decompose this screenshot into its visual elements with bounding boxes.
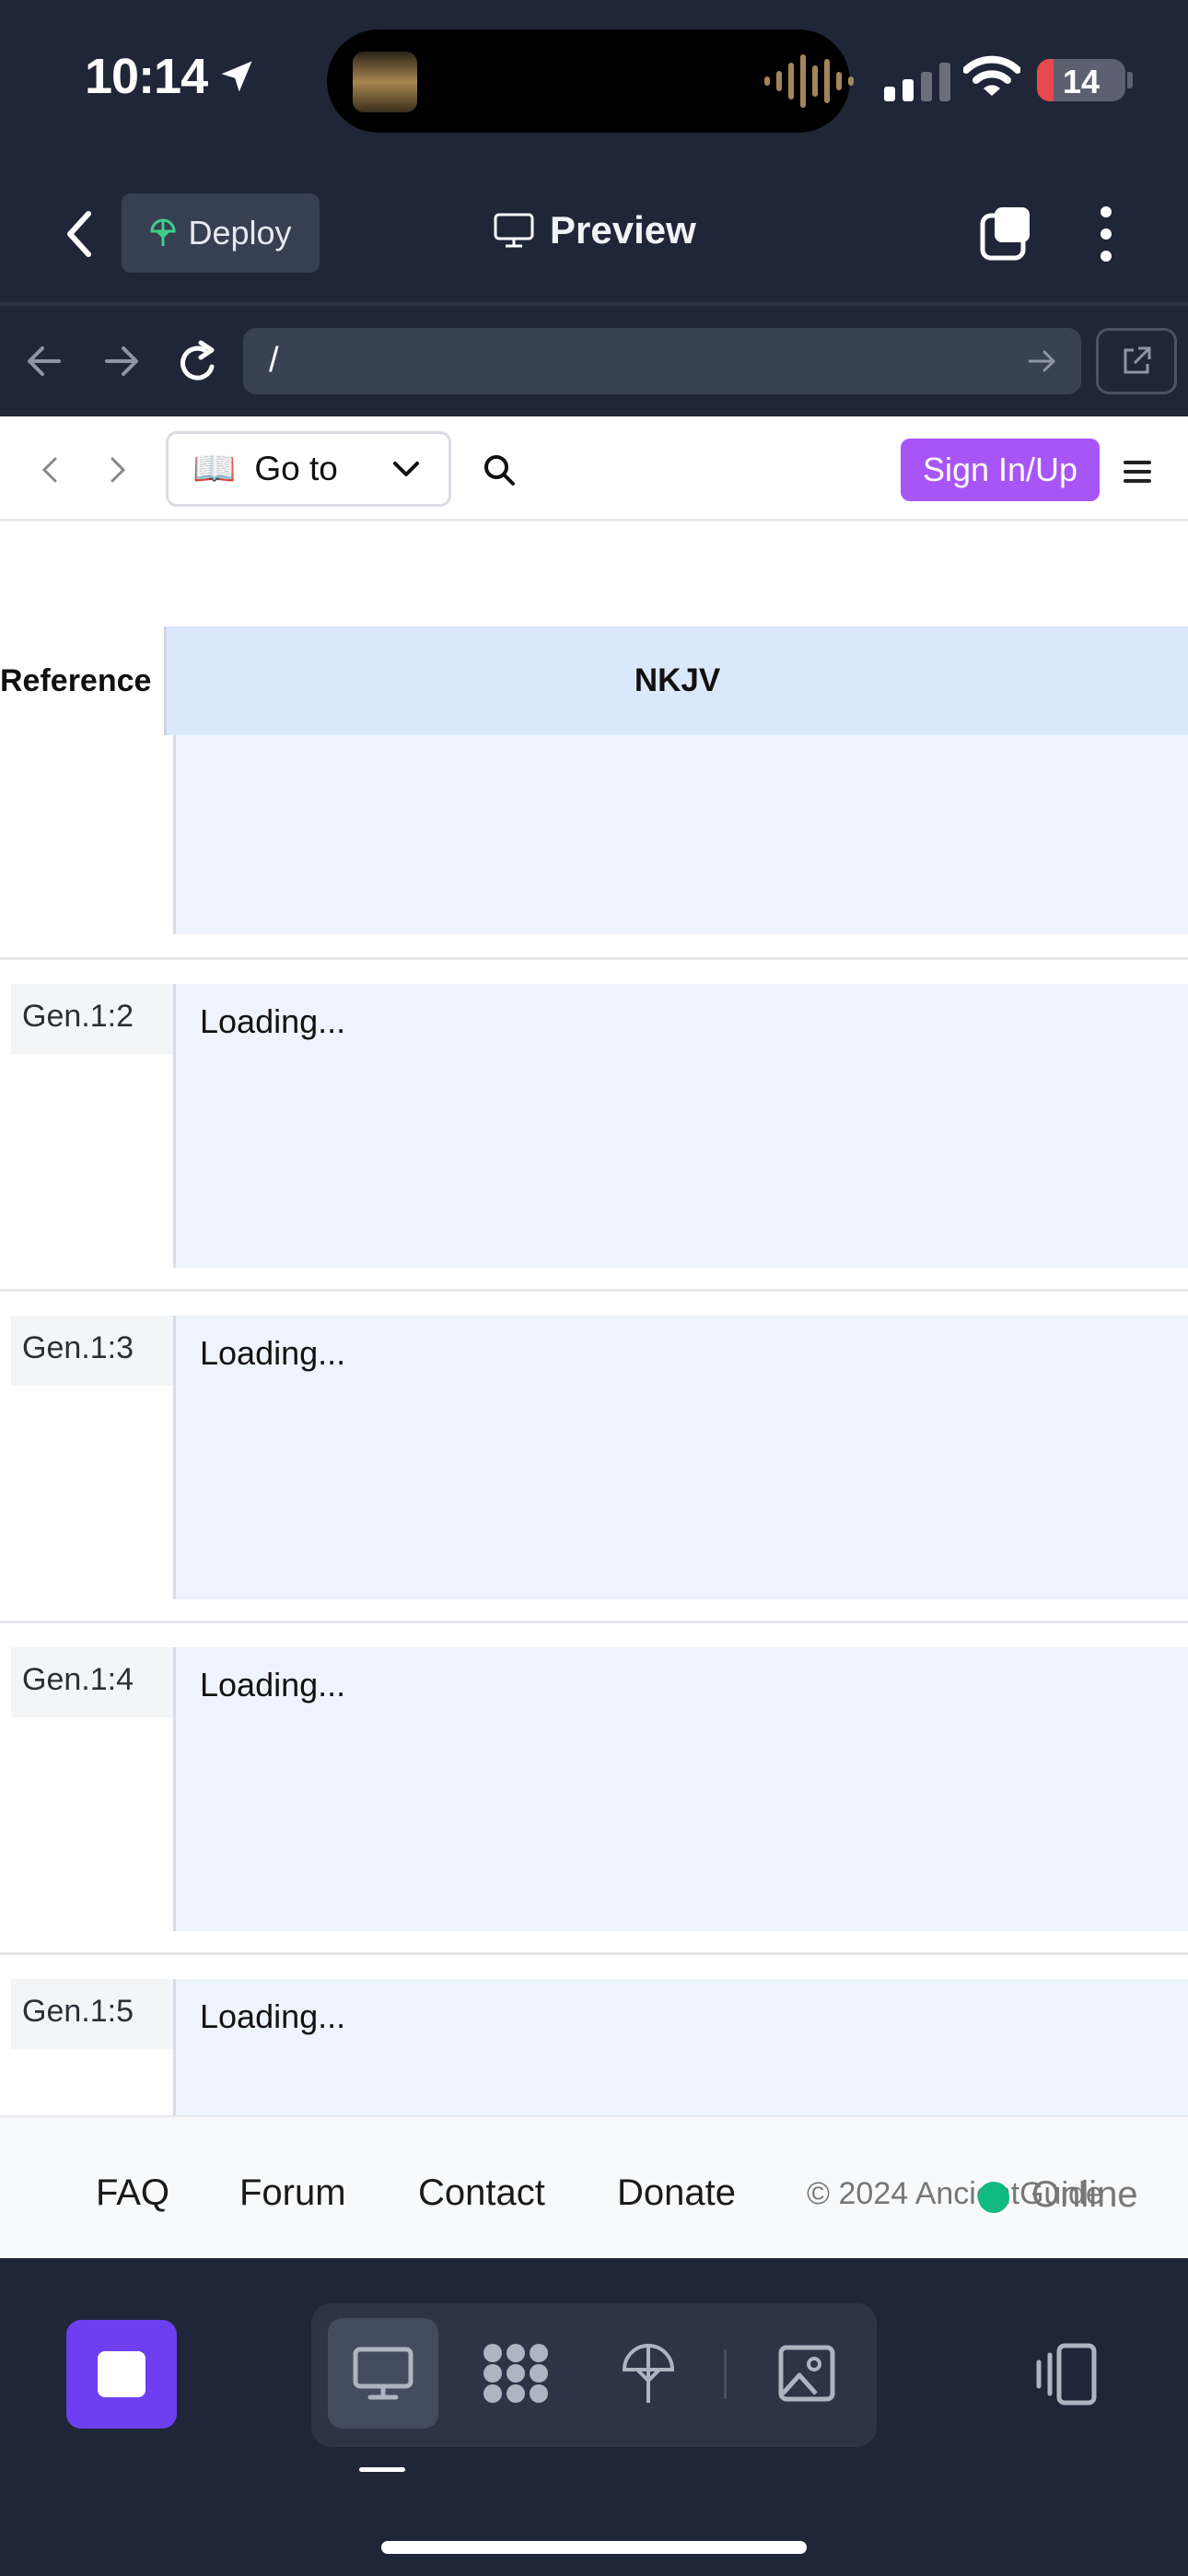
chevron-left-icon[interactable] [37,453,64,486]
image-icon [778,2345,835,2402]
table-row: Gen.1:2 Loading... [0,960,1188,1292]
clock-text: 10:14 [85,49,208,104]
preview-title: Preview [493,208,696,252]
table-row: Gen.1:4 Loading... [0,1623,1188,1955]
verse-text-cell: Loading... [173,984,1188,1268]
more-vertical-icon[interactable] [1094,206,1118,262]
stop-button[interactable] [66,2320,177,2429]
desktop-icon [353,2347,413,2400]
signal-icon [884,63,950,101]
rotate-device-icon[interactable] [1031,2342,1101,2406]
site-footer: FAQ Forum Contact Donate © 2024 AncientG… [0,2115,1188,2258]
browser-back-icon[interactable] [22,335,66,387]
online-status-dot [978,2182,1009,2213]
menu-icon[interactable] [1124,461,1151,483]
sign-in-button[interactable]: Sign In/Up [901,439,1100,501]
footer-link-faq[interactable]: FAQ [96,2172,169,2214]
verse-text-cell [173,735,1188,934]
web-page: 📖 Go to Sign In/Up Reference NKJV Gen.1:… [0,416,1188,2258]
deploy-icon [622,2344,675,2403]
url-input[interactable] [243,328,1081,394]
verse-reference[interactable]: Gen.1:3 [11,1316,173,1386]
bottom-tool-group [311,2303,877,2447]
verse-reference[interactable]: Gen.1:2 [11,984,173,1054]
stop-icon [98,2351,146,2397]
preview-label: Preview [550,208,696,252]
status-time: 10:14 [85,48,257,105]
footer-link-forum[interactable]: Forum [239,2172,346,2214]
verse-reference[interactable]: Gen.1:4 [11,1647,173,1717]
reference-column-header: Reference [0,662,152,698]
open-external-button[interactable] [1096,328,1177,394]
location-arrow-icon [221,61,252,92]
now-playing-artwork [353,52,417,112]
active-tab-indicator [359,2467,405,2472]
external-link-icon [1124,346,1151,374]
goto-dropdown[interactable]: 📖 Go to [166,431,451,507]
apps-tab[interactable] [460,2318,571,2429]
verse-reference[interactable]: Gen.1:5 [11,1979,173,2049]
search-icon[interactable] [481,451,518,488]
deploy-tab[interactable] [593,2318,704,2429]
header-divider [0,302,1188,306]
monitor-icon [494,213,534,248]
table-row [0,735,1188,960]
online-status-label: Online [1031,2174,1138,2215]
book-icon: 📖 [192,450,237,488]
battery-cap [1127,72,1133,88]
apps-icon [483,2344,548,2403]
tabs-icon[interactable] [980,205,1033,262]
browser-forward-icon[interactable] [99,335,144,387]
deploy-button[interactable]: Deploy [122,193,320,273]
deploy-label: Deploy [188,214,292,252]
chevron-down-icon [393,462,419,476]
verse-text-cell: Loading... [173,1647,1188,1931]
battery-icon: 14 [1037,59,1125,101]
battery-level: 14 [1062,63,1101,100]
footer-link-donate[interactable]: Donate [617,2172,736,2214]
chevron-right-icon[interactable] [103,453,131,486]
table-row: Gen.1:3 Loading... [0,1292,1188,1623]
reload-icon[interactable] [177,337,221,389]
audio-waveform-icon [764,53,854,109]
go-arrow-icon[interactable] [1024,345,1061,378]
tool-separator [724,2349,727,2399]
image-tab[interactable] [751,2318,862,2429]
footer-link-contact[interactable]: Contact [418,2172,545,2214]
home-indicator[interactable] [381,2541,807,2554]
back-chevron-icon[interactable] [59,206,99,262]
deploy-icon [150,218,176,246]
version-column-header[interactable]: NKJV [164,626,1188,735]
verse-text-cell: Loading... [173,1316,1188,1599]
goto-label: Go to [254,450,338,487]
wifi-icon [963,55,1020,96]
site-toolbar: 📖 Go to Sign In/Up [0,416,1188,521]
url-text: / [269,341,279,380]
desktop-tab[interactable] [328,2318,438,2429]
